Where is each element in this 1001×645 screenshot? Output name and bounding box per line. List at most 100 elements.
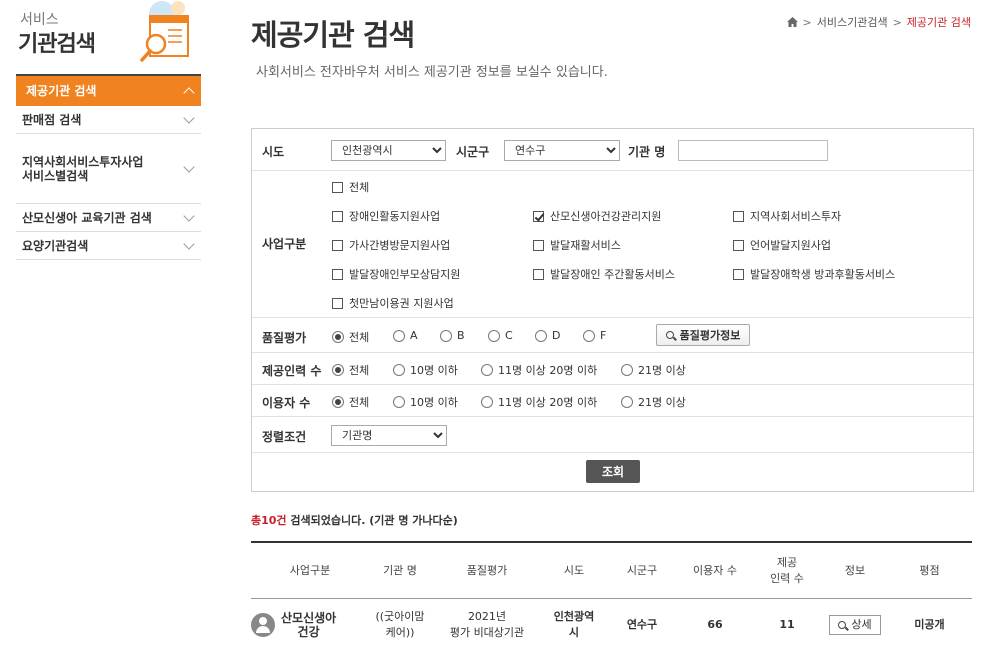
radio-label: 10명 이하 (410, 396, 458, 409)
breadcrumb-separator: > (802, 15, 812, 29)
checkbox-icon (332, 239, 343, 251)
sidebar-item-provider-search[interactable]: 제공기관 검색 (16, 76, 201, 106)
users-row: 이용자 수 전체 10명 이하 11명 이상 20명 이하 21명 이상 (252, 385, 973, 417)
checkbox-label: 산모신생아건강관리지원 (550, 210, 662, 223)
users-radio[interactable]: 10명 이하 (393, 394, 458, 410)
column-header: 이용자 수 (693, 564, 737, 577)
staff-radio[interactable]: 21명 이상 (621, 362, 686, 378)
checkbox-icon (332, 297, 343, 309)
sort-select[interactable]: 기관명 (331, 425, 447, 446)
radio-label: 21명 이상 (638, 364, 686, 377)
column-header: 정보 (844, 564, 866, 577)
staff-radio[interactable]: 10명 이하 (393, 362, 458, 378)
quality-radio[interactable]: 전체 (332, 329, 369, 345)
users-radio[interactable]: 11명 이상 20명 이하 (481, 394, 597, 410)
radio-icon (393, 396, 405, 408)
checkbox-label: 발달재활서비스 (550, 239, 621, 252)
quality-label: 품질평가 (262, 331, 307, 345)
person-icon (251, 613, 275, 637)
column-header: 사업구분 (289, 564, 331, 577)
business-checkbox[interactable]: 장애인활동지원사업 (332, 208, 440, 224)
sidebar-logo: 서비스 기관검색 (16, 0, 201, 74)
quality-info-button[interactable]: 품질평가정보 (656, 324, 750, 346)
radio-icon (583, 329, 595, 342)
breadcrumb-separator: > (892, 15, 902, 29)
checkbox-icon (332, 181, 343, 193)
quality-radio[interactable]: B (440, 329, 465, 342)
staff-label: 제공인력 수 (262, 364, 322, 378)
home-icon[interactable] (786, 17, 798, 27)
staff-radio[interactable]: 11명 이상 20명 이하 (481, 362, 597, 378)
sigungu-select[interactable]: 연수구 (504, 140, 620, 161)
quality-row: 품질평가 전체 A B C D F 품질평가정보 (252, 318, 973, 353)
radio-icon (481, 396, 493, 408)
sidebar-menu: 제공기관 검색 판매점 검색 지역사회서비스투자사업 서비스별검색 산모신생아 … (16, 74, 201, 260)
business-checkbox[interactable]: 가사간병방문지원사업 (332, 237, 450, 253)
radio-icon (488, 329, 500, 342)
column-header: 기관 명 (383, 564, 417, 577)
chevron-down-icon (183, 209, 195, 222)
sidebar-item-community-service[interactable]: 지역사회서비스투자사업 서비스별검색 (16, 134, 201, 204)
quality-info-label: 품질평가정보 (679, 329, 741, 342)
search-button[interactable]: 조회 (586, 460, 640, 483)
business-checkbox[interactable]: 발달재활서비스 (533, 237, 621, 253)
radio-label: B (457, 329, 465, 342)
institution-name-cell[interactable]: ((굿아이맘 케어)) (369, 599, 431, 645)
users-radio[interactable]: 전체 (332, 394, 369, 410)
checkbox-label: 발달장애인부모상담지원 (349, 268, 461, 281)
institution-name-input[interactable] (678, 140, 828, 161)
chevron-down-icon (183, 237, 195, 250)
business-checkbox[interactable]: 언어발달지원사업 (733, 237, 831, 253)
sido-select[interactable]: 인천광역시 (331, 140, 446, 161)
business-checkbox[interactable]: 산모신생아건강관리지원 (533, 208, 661, 224)
business-checkbox[interactable]: 발달장애학생 방과후활동서비스 (733, 266, 895, 282)
radio-label: 전체 (349, 331, 370, 344)
quality-cell-text: 2021년 평가 비대상기관 (449, 610, 525, 639)
quality-radio[interactable]: F (583, 329, 606, 342)
quality-radio[interactable]: A (393, 329, 418, 342)
radio-label: 11명 이상 20명 이하 (498, 364, 598, 377)
checkbox-icon (533, 268, 544, 280)
business-checkbox[interactable]: 지역사회서비스투자 (733, 208, 841, 224)
users-radio[interactable]: 21명 이상 (621, 394, 686, 410)
checkbox-icon (332, 268, 343, 280)
staff-cell: 11 (779, 618, 795, 631)
column-header: 시군구 (626, 564, 658, 577)
checkbox-label: 발달장애인 주간활동서비스 (550, 268, 675, 281)
checkbox-label: 장애인활동지원사업 (349, 210, 441, 223)
column-header: 시도 (563, 564, 585, 577)
breadcrumb-current: 제공기관 검색 (906, 16, 971, 29)
staff-radio[interactable]: 전체 (332, 362, 369, 378)
sidebar-item-store-search[interactable]: 판매점 검색 (16, 106, 201, 134)
result-count-suffix: 검색되었습니다. (기관 명 가나다순) (286, 514, 458, 527)
radio-selected-icon (332, 364, 344, 376)
business-checkbox[interactable]: 첫만남이용권 지원사업 (332, 295, 454, 311)
quality-radio[interactable]: C (488, 329, 513, 342)
checkbox-icon (533, 239, 544, 251)
radio-label: D (552, 329, 561, 342)
radio-icon (440, 329, 452, 342)
chevron-up-icon (183, 86, 195, 99)
column-header: 평점 (919, 564, 940, 577)
sidebar: 서비스 기관검색 제공기관 검색 판매점 검색 지역사회서비스투자사업 서비스별… (16, 0, 201, 260)
staff-row: 제공인력 수 전체 10명 이하 11명 이상 20명 이하 21명 이상 (252, 353, 973, 385)
radio-label: 전체 (349, 364, 370, 377)
business-checkbox-all[interactable]: 전체 (332, 179, 369, 195)
sidebar-item-maternal-education[interactable]: 산모신생아 교육기관 검색 (16, 204, 201, 232)
breadcrumb-item[interactable]: 서비스기관검색 (817, 14, 888, 30)
result-count: 총10건 검색되었습니다. (기관 명 가나다순) (251, 512, 458, 528)
radio-selected-icon (332, 396, 344, 408)
sidebar-item-label: 요양기관검색 (22, 239, 89, 253)
quality-radio[interactable]: D (535, 329, 560, 342)
sidebar-item-care-facility[interactable]: 요양기관검색 (16, 232, 201, 260)
breadcrumb: > 서비스기관검색 > 제공기관 검색 (786, 14, 971, 30)
detail-button[interactable]: 상세 (829, 615, 881, 635)
sidebar-item-label: 산모신생아 교육기관 검색 (22, 211, 152, 225)
business-checkbox[interactable]: 발달장애인 주간활동서비스 (533, 266, 675, 282)
business-label: 사업구분 (262, 237, 307, 251)
detail-button-label: 상세 (851, 618, 872, 631)
search-icon (838, 621, 847, 629)
table-header: 사업구분 기관 명 품질평가 시도 시군구 이용자 수 제공 인력 수 정보 평… (251, 543, 972, 599)
business-checkbox[interactable]: 발달장애인부모상담지원 (332, 266, 460, 282)
chevron-down-icon (183, 111, 195, 124)
